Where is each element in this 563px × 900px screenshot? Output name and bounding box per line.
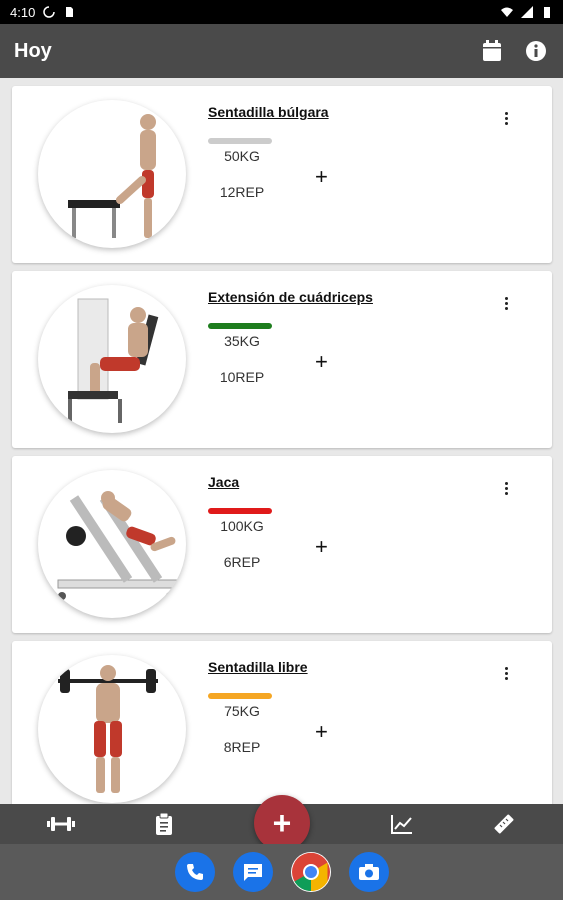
chart-icon (391, 815, 412, 834)
add-set-button[interactable]: + (315, 536, 328, 558)
exercise-weight: 50KG (224, 148, 260, 164)
nav-routines[interactable] (150, 812, 178, 836)
system-dock (0, 844, 563, 900)
nav-statistics[interactable] (388, 812, 416, 836)
exercise-name[interactable]: Sentadilla libre (208, 659, 308, 675)
exercise-image (38, 100, 186, 248)
exercise-name[interactable]: Sentadilla búlgara (208, 104, 329, 120)
exercise-list: Sentadilla búlgara 50KG 12REP + Extensió… (0, 78, 563, 804)
color-bar (208, 693, 272, 699)
info-button[interactable] (523, 38, 549, 64)
camera-app[interactable] (349, 852, 389, 892)
exercise-reps: 12REP (219, 184, 265, 200)
app-bar: Hoy (0, 24, 563, 78)
exercise-weight: 35KG (224, 333, 260, 349)
messages-app[interactable] (233, 852, 273, 892)
exercise-image (38, 655, 186, 803)
exercise-image (38, 285, 186, 433)
chrome-app[interactable] (291, 852, 331, 892)
exercise-card[interactable]: Sentadilla búlgara 50KG 12REP + (12, 86, 552, 263)
nav-exercises[interactable] (47, 812, 75, 836)
more-options-icon[interactable] (498, 478, 514, 498)
color-bar (208, 323, 272, 329)
exercise-reps: 10REP (219, 369, 265, 385)
color-bar (208, 508, 272, 514)
chrome-icon (292, 852, 330, 892)
more-options-icon[interactable] (498, 108, 514, 128)
page-title: Hoy (14, 39, 52, 62)
exercise-card[interactable]: Extensión de cuádriceps 35KG 10REP + (12, 271, 552, 448)
nav-measurements[interactable] (490, 812, 518, 836)
exercise-reps: 6REP (223, 554, 261, 570)
calendar-icon (483, 40, 501, 61)
more-options-icon[interactable] (498, 293, 514, 313)
add-exercise-fab[interactable]: + (254, 795, 310, 851)
exercise-card[interactable]: Jaca 100KG 6REP + (12, 456, 552, 633)
status-bar: 4:10 (0, 0, 563, 24)
add-set-button[interactable]: + (315, 721, 328, 743)
sd-card-icon (66, 7, 74, 17)
messages-icon (244, 864, 262, 881)
clipboard-icon (156, 813, 172, 835)
phone-app[interactable] (175, 852, 215, 892)
status-time: 4:10 (10, 4, 36, 20)
add-set-button[interactable]: + (315, 351, 328, 373)
info-icon (526, 41, 546, 61)
exercise-name[interactable]: Jaca (208, 474, 239, 490)
battery-icon (544, 7, 550, 18)
calendar-button[interactable] (479, 38, 505, 64)
more-options-icon[interactable] (498, 663, 514, 683)
exercise-name[interactable]: Extensión de cuádriceps (208, 289, 373, 305)
phone-icon (187, 864, 203, 880)
ruler-icon (494, 814, 514, 834)
sync-icon (43, 6, 56, 18)
camera-icon (359, 864, 379, 880)
exercise-image (38, 470, 186, 618)
dumbbell-icon (47, 817, 75, 831)
exercise-reps: 8REP (223, 739, 261, 755)
exercise-weight: 100KG (220, 518, 264, 534)
exercise-card[interactable]: Sentadilla libre 75KG 8REP + (12, 641, 552, 804)
wifi-icon (501, 7, 513, 17)
add-set-button[interactable]: + (315, 166, 328, 188)
color-bar (208, 138, 272, 144)
signal-icon (521, 6, 533, 18)
exercise-weight: 75KG (224, 703, 260, 719)
